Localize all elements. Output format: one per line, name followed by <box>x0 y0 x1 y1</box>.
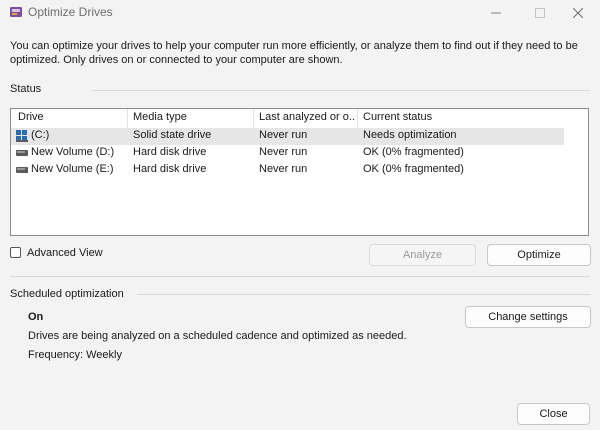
close-icon <box>573 8 583 18</box>
advanced-view-checkbox[interactable] <box>10 247 21 258</box>
column-header-media-type[interactable]: Media type <box>133 111 187 127</box>
hard-disk-icon <box>16 150 28 156</box>
description-text: You can optimize your drives to help you… <box>10 40 578 66</box>
optimize-button[interactable]: Optimize <box>487 244 591 266</box>
advanced-view-label[interactable]: Advanced View <box>27 247 103 259</box>
column-separator[interactable] <box>357 109 358 129</box>
drive-name: New Volume (E:) <box>31 163 114 175</box>
drive-last-analyzed: Never run <box>259 146 308 158</box>
drive-row-d[interactable]: New Volume (D:) Hard disk drive Never ru… <box>11 145 564 162</box>
drive-media-type: Hard disk drive <box>133 146 207 158</box>
schedule-state: On <box>28 311 44 323</box>
drive-last-analyzed: Never run <box>259 163 308 175</box>
column-separator[interactable] <box>253 109 254 129</box>
column-header-current-status[interactable]: Current status <box>363 111 432 127</box>
scheduled-divider <box>137 294 590 295</box>
change-settings-button[interactable]: Change settings <box>465 306 591 328</box>
column-header-last-analyzed[interactable]: Last analyzed or o... <box>259 111 355 127</box>
maximize-icon <box>535 8 545 18</box>
drive-media-type: Hard disk drive <box>133 163 207 175</box>
window-title: Optimize Drives <box>28 5 113 19</box>
minimize-button[interactable] <box>474 0 518 26</box>
drive-row-e[interactable]: New Volume (E:) Hard disk drive Never ru… <box>11 162 564 179</box>
window-close-button[interactable] <box>556 0 600 26</box>
close-button[interactable]: Close <box>517 403 590 425</box>
drive-row-c[interactable]: (C:) Solid state drive Never run Needs o… <box>11 128 564 145</box>
schedule-detail: Drives are being analyzed on a scheduled… <box>28 330 407 342</box>
schedule-frequency: Frequency: Weekly <box>28 349 122 361</box>
drive-status: Needs optimization <box>363 129 457 141</box>
drive-name: (C:) <box>31 129 50 141</box>
hard-disk-icon <box>16 167 28 173</box>
column-header-drive[interactable]: Drive <box>18 111 44 127</box>
column-separator[interactable] <box>127 109 128 129</box>
footer-bar <box>0 394 600 430</box>
scheduled-section-label: Scheduled optimization <box>10 288 124 300</box>
windows-drive-icon <box>16 130 28 142</box>
drive-media-type: Solid state drive <box>133 129 212 141</box>
drive-status: OK (0% fragmented) <box>363 163 464 175</box>
analyze-button[interactable]: Analyze <box>369 244 476 266</box>
section-divider <box>10 276 590 277</box>
status-divider <box>92 90 590 91</box>
drive-list[interactable]: Drive Media type Last analyzed or o... C… <box>10 108 589 236</box>
drive-last-analyzed: Never run <box>259 129 308 141</box>
drive-status: OK (0% fragmented) <box>363 146 464 158</box>
title-bar: Optimize Drives <box>0 0 600 28</box>
minimize-icon <box>491 12 501 14</box>
status-section-label: Status <box>10 83 42 95</box>
optimize-drives-app-icon <box>10 7 22 17</box>
drive-name: New Volume (D:) <box>31 146 115 158</box>
